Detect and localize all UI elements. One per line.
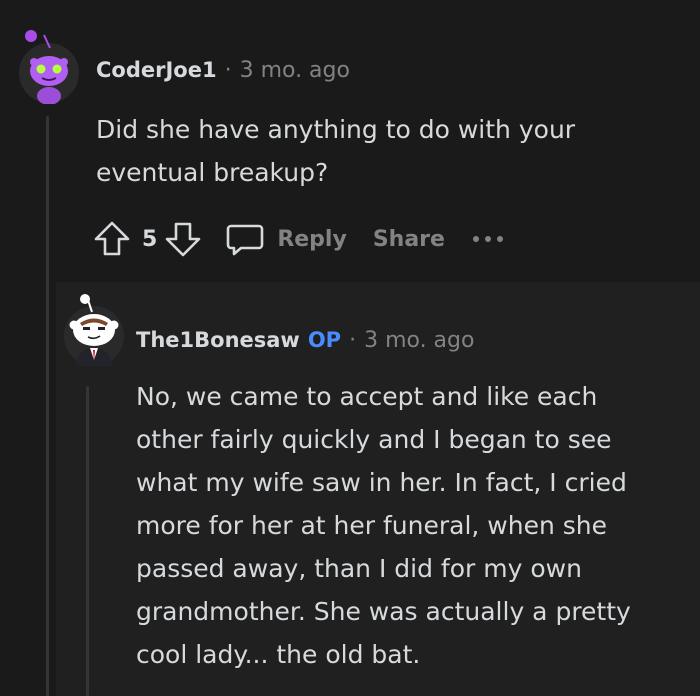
comment-body-line: other fairly quickly and I began to see bbox=[136, 425, 612, 454]
comment-username[interactable]: The1Bonesaw bbox=[136, 328, 300, 352]
comment-body-line: No, we came to accept and like each bbox=[136, 382, 598, 411]
more-options-button[interactable] bbox=[471, 234, 505, 244]
more-dots-icon bbox=[472, 236, 503, 242]
comment-body-line: cool lady... the old bat. bbox=[136, 640, 421, 669]
upvote-icon[interactable] bbox=[92, 219, 132, 259]
meta-separator: · bbox=[349, 328, 357, 353]
comment-body: Did she have anything to do with your ev… bbox=[96, 108, 676, 194]
comment-body-line: what my wife saw in her. In fact, I crie… bbox=[136, 468, 627, 497]
comment-body-line: passed away, than I did for my own bbox=[136, 554, 582, 583]
comment-username[interactable]: CoderJoe1 bbox=[96, 58, 217, 82]
comment-body-line: grandmother. She was actually a pretty bbox=[136, 597, 631, 626]
snoo-avatar-suit-icon bbox=[64, 294, 124, 366]
comment-body-line: eventual breakup? bbox=[96, 158, 329, 187]
comment-action-bar: 5 Reply Share bbox=[92, 218, 505, 260]
downvote-icon[interactable] bbox=[163, 219, 203, 259]
comment-timestamp[interactable]: 3 mo. ago bbox=[240, 58, 350, 83]
avatar[interactable] bbox=[18, 26, 80, 104]
comment-body-line: Did she have anything to do with your bbox=[96, 115, 576, 144]
comment-body: No, we came to accept and like each othe… bbox=[136, 375, 696, 676]
comment-bubble-icon bbox=[225, 219, 265, 259]
thread-line[interactable] bbox=[86, 386, 89, 696]
thread-line[interactable] bbox=[46, 116, 49, 696]
comment-body-line: more for her at her funeral, when she bbox=[136, 511, 608, 540]
comment-timestamp[interactable]: 3 mo. ago bbox=[364, 328, 474, 353]
avatar[interactable] bbox=[62, 292, 126, 368]
share-button[interactable]: Share bbox=[373, 227, 445, 252]
meta-separator: · bbox=[224, 58, 232, 83]
snoo-avatar-purple-icon bbox=[19, 30, 79, 104]
reply-button[interactable]: Reply bbox=[225, 219, 347, 259]
reply-label: Reply bbox=[277, 226, 347, 252]
op-badge: OP bbox=[307, 328, 342, 352]
vote-count: 5 bbox=[142, 226, 158, 252]
